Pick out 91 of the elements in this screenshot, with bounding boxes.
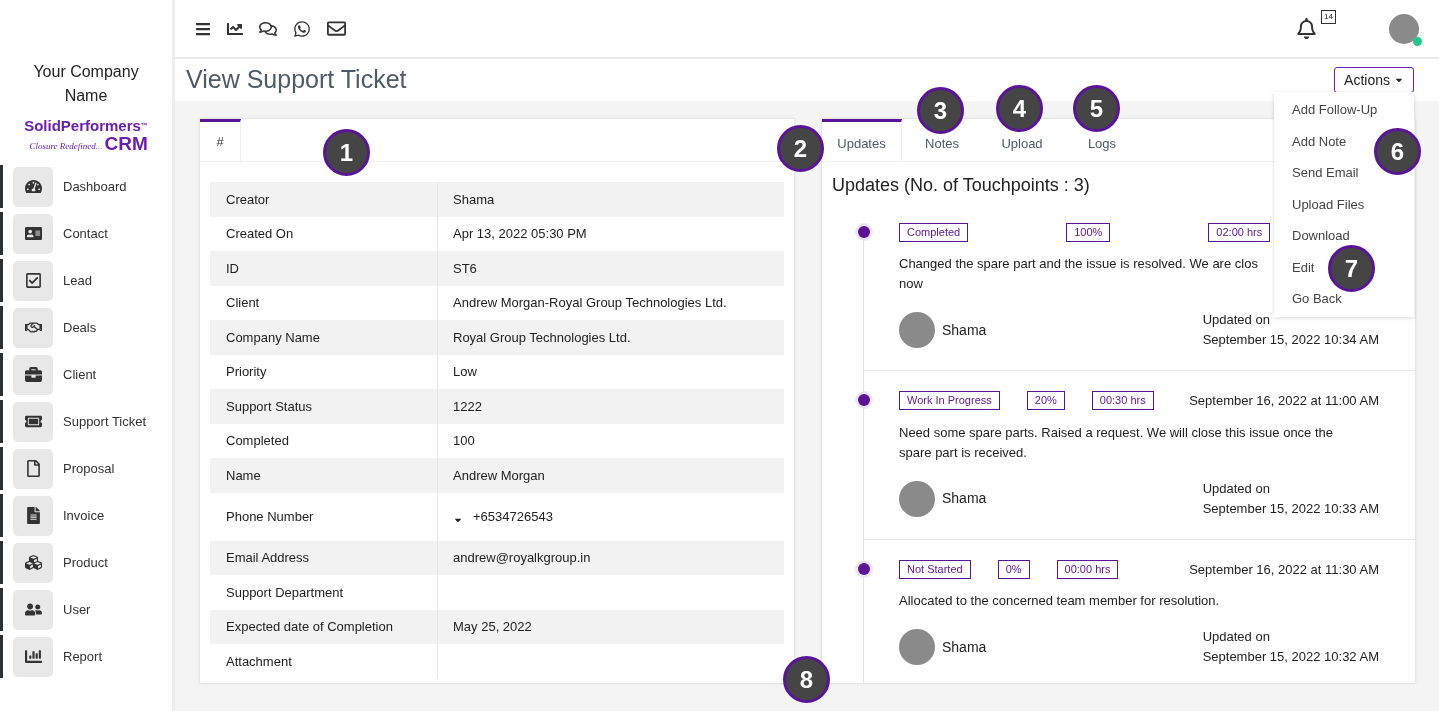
author-avatar (899, 629, 935, 665)
sidebar-label: Lead (63, 271, 92, 290)
update-text: Need some spare parts. Raised a request. We will close this issue once the (899, 423, 1334, 442)
gauge-icon (24, 178, 42, 195)
logo-product: CRM (104, 134, 148, 153)
hours-tag: 00:00 hrs (1056, 559, 1119, 579)
menu-item[interactable]: Send Email (1292, 157, 1359, 189)
ticket-icon (24, 413, 42, 430)
author-name: Shama (942, 489, 987, 508)
field-label: Name (210, 458, 438, 493)
field-value: 1222 (453, 397, 482, 416)
notification-count: 14 (1321, 10, 1336, 24)
logo-name: SolidPerformers (24, 117, 141, 134)
update-text: Allocated to the concerned team member for resolution. (899, 592, 1220, 610)
updated-label: Updated on (1202, 311, 1270, 329)
handshake-icon (24, 319, 42, 336)
field-label: Creator (210, 182, 438, 217)
tab[interactable]: # (200, 119, 241, 161)
sidebar-label: Contact (63, 224, 108, 243)
sidebar-label: Support Ticket (63, 412, 147, 431)
chat-icon[interactable] (259, 19, 277, 38)
field-label: ID (210, 251, 438, 286)
whatsapp-icon[interactable] (293, 19, 311, 38)
update-text: spare part is received. (899, 443, 1027, 462)
user-avatar (1389, 13, 1419, 44)
hours-tag: 00:30 hrs (1091, 391, 1154, 411)
page-title: View Support Ticket (186, 64, 407, 96)
updated-time: September 15, 2022 10:32 AM (1202, 648, 1379, 666)
field-label: Support Status (210, 389, 438, 424)
bar-chart-icon (24, 648, 42, 665)
sidebar-label: Client (63, 365, 97, 384)
sidebar-label: Product (63, 553, 108, 572)
field-value: Shama (453, 190, 495, 209)
mail-icon[interactable] (327, 19, 346, 38)
update-date: September 16, 2022 at 11:30 AM (1189, 560, 1379, 579)
sidebar-label: User (63, 600, 91, 619)
progress-tag: 100% (1066, 223, 1111, 242)
sidebar-label: Dashboard (63, 177, 127, 196)
sidebar-label: Proposal (63, 459, 115, 478)
sidebar-label: Invoice (63, 506, 105, 525)
author-name: Shama (942, 320, 987, 340)
cubes-icon (24, 554, 42, 571)
menu-icon[interactable] (195, 20, 211, 37)
updated-time: September 15, 2022 10:33 AM (1202, 499, 1379, 518)
progress-tag: 0% (997, 559, 1030, 579)
line-chart-icon[interactable] (227, 20, 243, 37)
update-date: September 16, 2022 at 11:00 AM (1189, 392, 1379, 410)
field-value: +6534726543 (473, 507, 553, 526)
file-icon (24, 460, 42, 477)
actions-button[interactable]: Actions (1334, 67, 1414, 93)
menu-item[interactable]: Add Follow-Up (1292, 94, 1378, 126)
field-value: 100 (453, 432, 475, 450)
status-tag: Not Started (899, 559, 971, 579)
notification-icon[interactable] (1296, 18, 1317, 39)
field-value: Apr 13, 2022 05:30 PM (453, 225, 587, 243)
briefcase-icon (24, 366, 42, 383)
menu-item[interactable]: Add Note (1292, 125, 1347, 157)
menu-item[interactable]: Edit (1292, 251, 1315, 283)
author-name: Shama (942, 637, 987, 657)
company-name: Your Company Name (32, 62, 140, 106)
author-avatar (899, 480, 935, 517)
field-value: Royal Group Technologies Ltd. (453, 328, 631, 347)
sidebar-label: Report (63, 647, 103, 666)
field-value: Andrew Morgan (453, 466, 545, 485)
field-value: May 25, 2022 (453, 618, 532, 636)
users-icon (24, 601, 42, 618)
logo-tagline: Closure Redefined... (29, 139, 103, 153)
hours-tag: 02:00 hrs (1208, 223, 1271, 242)
updated-label: Updated on (1202, 628, 1270, 646)
field-label: Support Department (210, 575, 438, 610)
id-card-icon (24, 225, 42, 242)
field-value: Low (453, 363, 477, 381)
updated-time: September 15, 2022 10:34 AM (1202, 331, 1379, 349)
update-text: Changed the spare part and the issue is resolved. We are clos (899, 255, 1258, 273)
updates-heading: Updates (No. of Touchpoints : 3) (832, 174, 1090, 197)
author-avatar (899, 312, 935, 348)
field-value: ST6 (453, 259, 477, 278)
status-tag: Work In Progress (899, 391, 1000, 411)
updated-label: Updated on (1202, 479, 1270, 498)
menu-item[interactable]: Upload Files (1292, 188, 1365, 220)
document-icon (24, 507, 42, 524)
field-label: Company Name (210, 320, 438, 355)
checkbox-icon (24, 272, 42, 289)
update-text: now (899, 275, 923, 293)
progress-tag: 20% (1026, 391, 1065, 411)
field-value: Andrew Morgan-Royal Group Technologies Ltd. (453, 294, 727, 312)
field-value: andrew@royalkgroup.in (453, 549, 591, 567)
status-tag: Completed (899, 223, 969, 242)
field-label: Attachment (210, 644, 438, 679)
field-label: Phone Number (210, 492, 438, 541)
sidebar-label: Deals (63, 318, 97, 337)
